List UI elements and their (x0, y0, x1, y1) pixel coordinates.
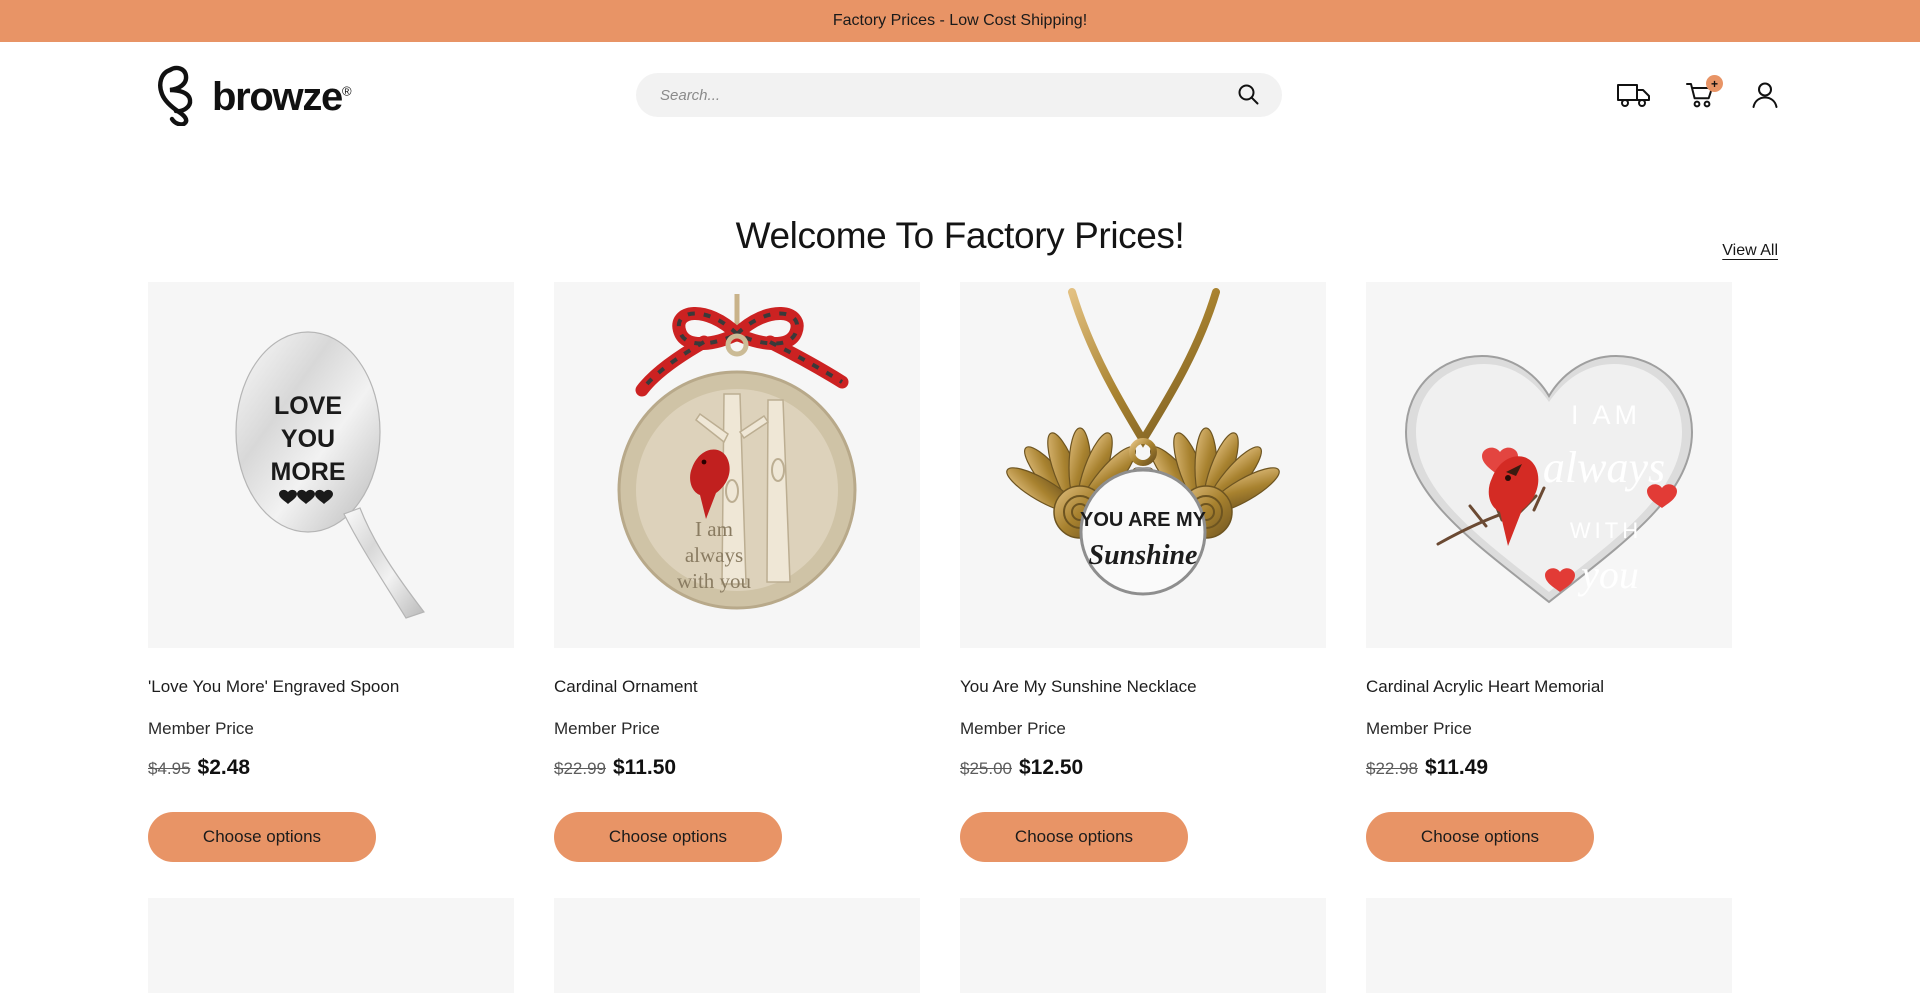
logo[interactable]: browze® (148, 64, 352, 126)
svg-text:always: always (685, 543, 743, 567)
svg-text:with you: with you (677, 569, 752, 593)
svg-text:YOU ARE MY: YOU ARE MY (1080, 509, 1207, 531)
original-price: $4.95 (148, 759, 191, 779)
svg-text:Sunshine: Sunshine (1089, 540, 1198, 571)
product-card (960, 898, 1326, 993)
choose-options-button[interactable]: Choose options (1366, 812, 1594, 863)
member-price-label: Member Price (960, 719, 1066, 739)
member-price-label: Member Price (148, 719, 254, 739)
member-price: $2.48 (197, 756, 251, 780)
search-icon (1236, 82, 1260, 109)
original-price: $22.99 (554, 759, 606, 779)
member-price-label: Member Price (1366, 719, 1472, 739)
product-image-butterflies[interactable] (554, 898, 920, 993)
cart-button[interactable]: + (1686, 75, 1723, 109)
truck-icon (1616, 84, 1652, 113)
search-container (636, 73, 1282, 117)
svg-text:you: you (1577, 552, 1639, 597)
product-card (148, 898, 514, 993)
cart-badge: + (1706, 75, 1723, 92)
svg-text:always: always (1543, 443, 1665, 492)
original-price: $22.98 (1366, 759, 1418, 779)
member-price: $12.50 (1019, 756, 1084, 780)
product-grid: LOVE YOU MORE 'Love You More' Engraved S… (0, 282, 1920, 863)
announcement-text: Factory Prices - Low Cost Shipping! (832, 12, 1088, 29)
browze-b-mark-icon (148, 64, 202, 126)
account-button[interactable] (1750, 80, 1780, 110)
price-row: $22.99 $11.50 (554, 756, 920, 780)
search-button[interactable] (1234, 82, 1262, 109)
cart-icon (1686, 83, 1716, 113)
choose-options-button[interactable]: Choose options (960, 812, 1188, 863)
product-card (1366, 898, 1732, 993)
svg-text:MORE: MORE (271, 458, 346, 486)
logo-wordmark: browze® (212, 75, 352, 119)
delivery-tracking-button[interactable] (1616, 81, 1652, 109)
product-card: YOU ARE MY Sunshine You Are My Sunshine … (960, 282, 1326, 863)
product-card: I am always with you Cardinal Ornament M… (554, 282, 920, 863)
product-card: I AM WITH always you Cardinal Acrylic He… (1366, 282, 1732, 863)
user-icon (1750, 82, 1780, 114)
svg-text:LOVE: LOVE (274, 392, 342, 420)
price-row: $22.98 $11.49 (1366, 756, 1732, 780)
product-card: LOVE YOU MORE 'Love You More' Engraved S… (148, 282, 514, 863)
product-image-cardinal-ornament[interactable]: I am always with you (554, 282, 920, 648)
search-input[interactable] (660, 86, 1234, 104)
product-image-engraved-spoon[interactable]: LOVE YOU MORE (148, 282, 514, 648)
price-row: $4.95 $2.48 (148, 756, 514, 780)
product-title[interactable]: Cardinal Ornament (554, 676, 920, 698)
header-actions: + (1616, 75, 1780, 110)
section-header: Welcome To Factory Prices! View All (0, 190, 1920, 282)
product-image-black-item[interactable] (960, 898, 1326, 993)
svg-text:YOU: YOU (281, 425, 335, 453)
product-title[interactable]: 'Love You More' Engraved Spoon (148, 676, 514, 698)
registered-mark: ® (342, 83, 352, 99)
original-price: $25.00 (960, 759, 1012, 779)
choose-options-button[interactable]: Choose options (148, 812, 376, 863)
svg-text:I am: I am (695, 517, 733, 541)
member-price: $11.50 (613, 756, 677, 780)
page-title: Welcome To Factory Prices! (735, 215, 1185, 256)
price-row: $25.00 $12.50 (960, 756, 1326, 780)
product-image-gray-item[interactable] (1366, 898, 1732, 993)
search-box[interactable] (636, 73, 1282, 117)
site-header: browze® Search... + (0, 42, 1920, 148)
product-card (554, 898, 920, 993)
view-all-link[interactable]: View All (1722, 242, 1778, 260)
announcement-bar: Factory Prices - Low Cost Shipping! (0, 0, 1920, 42)
product-title[interactable]: Cardinal Acrylic Heart Memorial (1366, 676, 1732, 698)
product-image-sunflower-necklace[interactable]: YOU ARE MY Sunshine (960, 282, 1326, 648)
svg-text:I AM: I AM (1571, 400, 1641, 430)
member-price: $11.49 (1425, 756, 1489, 780)
product-image-blank-tile[interactable] (148, 898, 514, 993)
svg-text:WITH: WITH (1570, 518, 1642, 543)
product-title[interactable]: You Are My Sunshine Necklace (960, 676, 1326, 698)
product-image-acrylic-heart[interactable]: I AM WITH always you (1366, 282, 1732, 648)
product-grid-row-2 (0, 898, 1920, 993)
member-price-label: Member Price (554, 719, 660, 739)
choose-options-button[interactable]: Choose options (554, 812, 782, 863)
